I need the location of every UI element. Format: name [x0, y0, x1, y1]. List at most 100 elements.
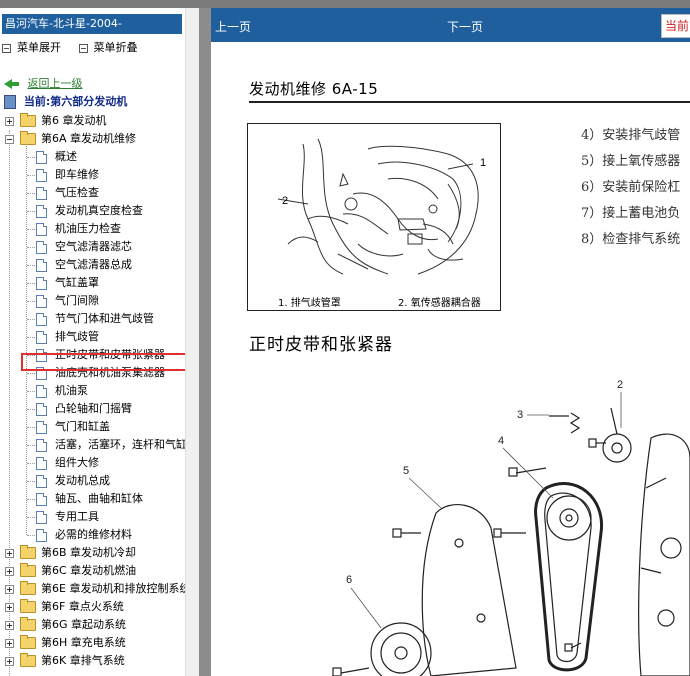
expand-icon[interactable] — [5, 620, 14, 630]
expand-icon[interactable] — [5, 566, 14, 576]
step-item: 6）安装前保险杠 — [581, 180, 681, 195]
folder-icon — [20, 617, 36, 631]
document-icon — [36, 402, 47, 416]
exhaust-figure: 1 2 1. 排气歧管罩 2. 氧传感器耦合器 — [247, 123, 501, 311]
document-icon — [36, 312, 47, 326]
timing-belt-diagram: 2 3 4 5 6 — [332, 379, 690, 676]
tree-node-chapter[interactable]: 第6H 章充电系统 — [5, 634, 126, 652]
tree-item[interactable]: 气压检查 — [36, 184, 99, 202]
document-icon — [36, 330, 47, 344]
tree-item[interactable]: 空气滤清器滤芯 — [36, 238, 132, 256]
document-icon — [36, 474, 47, 488]
tree-node-chapter[interactable]: 第6G 章起动系统 — [5, 616, 126, 634]
tree-node-ch6[interactable]: 第6 章发动机 — [5, 112, 107, 130]
navigation-pane: 昌河汽车-北斗星-2004- 菜单展开 菜单折叠 返回上一级 当前:第六部分发动… — [0, 8, 185, 676]
document-icon — [36, 204, 47, 218]
current-location: 当前:第六部分发动机 — [4, 94, 127, 110]
document-icon — [36, 384, 47, 398]
diagram-callout-3: 3 — [517, 409, 523, 421]
tree-item[interactable]: 气门和缸盖 — [36, 418, 110, 436]
expand-icon[interactable] — [5, 116, 14, 126]
figure-caption-1: 1. 排气歧管罩 — [278, 298, 341, 309]
folder-icon — [20, 599, 36, 613]
selection-highlight — [21, 353, 185, 371]
document-icon — [36, 258, 47, 272]
document-icon — [36, 276, 47, 290]
pane-divider[interactable] — [199, 8, 211, 676]
next-page-button[interactable]: 下一页 — [447, 18, 483, 35]
back-link-row[interactable]: 返回上一级 — [4, 76, 83, 92]
tree-item[interactable]: 节气门体和进气歧管 — [36, 310, 154, 328]
tree-item[interactable]: 机油压力检查 — [36, 220, 121, 238]
document-icon — [36, 168, 47, 182]
diagram-callout-2: 2 — [617, 379, 623, 391]
step-item: 8）检查排气系统 — [581, 232, 681, 247]
tree-item[interactable]: 必需的维修材料 — [36, 526, 132, 544]
expand-icon[interactable] — [5, 584, 14, 594]
exhaust-manifold-illustration: 1 2 — [277, 138, 486, 275]
tree-item[interactable]: 组件大修 — [36, 454, 99, 472]
step-item: 4）安装排气歧管 — [581, 128, 681, 143]
figure-callout-2: 2 — [282, 195, 288, 207]
diagram-callout-4: 4 — [498, 435, 504, 447]
folder-icon — [20, 635, 36, 649]
figure-caption-2: 2. 氧传感器耦合器 — [398, 298, 481, 309]
collapse-icon[interactable] — [5, 134, 14, 144]
tree-item[interactable]: 凸轮轴和门摇臂 — [36, 400, 132, 418]
document-pane: 上一页 下一页 当前 发动机维修 6A-15 1 2 1. 排气歧管罩 2. 氧… — [211, 8, 690, 676]
tree-node-ch6a[interactable]: 第6A 章发动机维修 — [5, 130, 136, 148]
tree-item[interactable]: 轴瓦、曲轴和缸体 — [36, 490, 143, 508]
document-icon — [36, 294, 47, 308]
back-link[interactable]: 返回上一级 — [28, 77, 83, 90]
window-top-strip — [0, 0, 690, 8]
computer-icon — [4, 95, 16, 109]
tree-item[interactable]: 发动机总成 — [36, 472, 110, 490]
navigation-scrollbar[interactable] — [185, 8, 200, 676]
tree-item[interactable]: 气缸盖罩 — [36, 274, 99, 292]
expand-icon — [2, 43, 11, 53]
document-icon — [36, 456, 47, 470]
diagram-callout-6: 6 — [346, 574, 352, 586]
tree-node-chapter[interactable]: 第6B 章发动机冷却 — [5, 544, 136, 562]
tree-node-chapter[interactable]: 第6E 章发动机和排放控制系统 — [5, 580, 185, 598]
tree-item[interactable]: 空气滤清器总成 — [36, 256, 132, 274]
menu-expand-button[interactable]: 菜单展开 — [2, 40, 61, 56]
step-item: 7）接上蓄电池负 — [581, 206, 681, 221]
tree-item[interactable]: 专用工具 — [36, 508, 99, 526]
document-icon — [36, 150, 47, 164]
step-item: 5）接上氧传感器 — [581, 154, 681, 169]
tree-item[interactable]: 气门间隙 — [36, 292, 99, 310]
tree-item[interactable]: 机油泵 — [36, 382, 88, 400]
tree-item[interactable]: 发动机真空度检查 — [36, 202, 143, 220]
tree-item[interactable]: 概述 — [36, 148, 77, 166]
tree-item[interactable]: 排气歧管 — [36, 328, 99, 346]
document-icon — [36, 528, 47, 542]
expand-icon[interactable] — [5, 548, 14, 558]
tree-node-chapter[interactable]: 第6C 章发动机燃油 — [5, 562, 136, 580]
tree-node-chapter[interactable]: 第6K 章排气系统 — [5, 652, 125, 670]
section-title: 正时皮带和张紧器 — [249, 335, 393, 355]
menu-collapse-button[interactable]: 菜单折叠 — [78, 40, 138, 56]
page-header: 发动机维修 6A-15 — [249, 80, 379, 98]
tree-item[interactable]: 即车维修 — [36, 166, 99, 184]
app-title: 昌河汽车-北斗星-2004- — [2, 14, 182, 34]
document-icon — [36, 510, 47, 524]
tree-item[interactable]: 活塞，活塞环，连杆和气缸 — [36, 436, 185, 454]
figure-callout-1: 1 — [480, 157, 486, 169]
document-icon — [36, 240, 47, 254]
expand-icon[interactable] — [5, 656, 14, 666]
current-page-button[interactable]: 当前 — [661, 14, 690, 38]
diagram-callout-5: 5 — [403, 465, 409, 477]
header-rule — [249, 101, 690, 103]
expand-icon[interactable] — [5, 602, 14, 612]
folder-open-icon — [20, 131, 36, 145]
folder-icon — [20, 563, 36, 577]
prev-page-button[interactable]: 上一页 — [215, 18, 251, 35]
document-icon — [36, 222, 47, 236]
folder-icon — [20, 113, 36, 127]
document-icon — [36, 420, 47, 434]
document-icon — [36, 186, 47, 200]
tree-node-chapter[interactable]: 第6F 章点火系统 — [5, 598, 124, 616]
document-icon — [36, 438, 47, 452]
expand-icon[interactable] — [5, 638, 14, 648]
